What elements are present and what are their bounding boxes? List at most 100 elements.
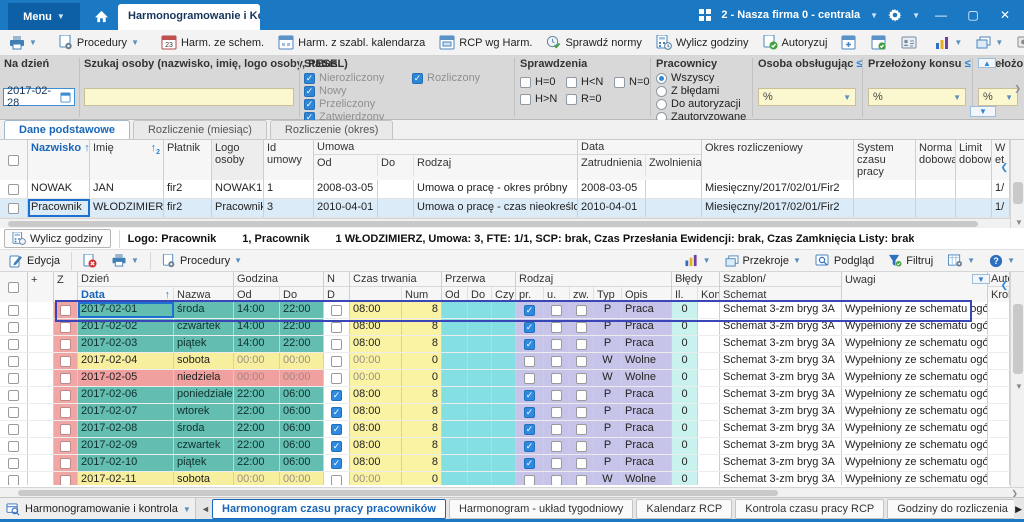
cell-opis[interactable]: Praca <box>622 319 672 335</box>
row-select-checkbox[interactable] <box>0 387 28 403</box>
cell-opis[interactable]: Wolne <box>622 370 672 386</box>
cell-do[interactable]: 00:00 <box>280 353 324 369</box>
row-select-checkbox[interactable] <box>0 319 28 335</box>
row-select-checkbox[interactable] <box>0 438 28 454</box>
cell-bledy[interactable]: 0 <box>672 421 698 437</box>
chart-menu-button[interactable]: ▼ <box>930 34 967 52</box>
cell-day[interactable]: środa <box>174 421 234 437</box>
cell-przerwa-do[interactable] <box>468 404 492 420</box>
status-rozliczony-checkbox[interactable]: ✓ Rozliczony <box>412 72 480 84</box>
cell-uwagi[interactable]: Wypełniony ze schematu ogólnego <box>842 438 988 454</box>
panel-scroll-right-arrow[interactable]: ❯ <box>1014 84 1021 93</box>
cell-zw-checkbox[interactable] <box>570 438 594 454</box>
cell-od[interactable]: 22:00 <box>234 387 280 403</box>
cell-typ[interactable]: P <box>594 387 622 403</box>
cell-przerwa-od[interactable] <box>442 353 468 369</box>
cell-u-checkbox[interactable] <box>544 370 570 386</box>
search-input[interactable] <box>84 88 294 106</box>
cell-plus[interactable] <box>28 319 54 335</box>
cell-przerwa-czy[interactable] <box>492 370 516 386</box>
osoba-obslugujaca-select[interactable]: % ▼ <box>758 88 856 106</box>
tab-kontrola-czasu-pracy-rcp[interactable]: Kontrola czasu pracy RCP <box>735 499 885 519</box>
status-przeliczony-checkbox[interactable]: ✓ Przeliczony <box>304 98 375 110</box>
cell-uwagi[interactable]: Wypełniony ze schematu ogólnego <box>842 319 988 335</box>
cell-plus[interactable] <box>28 336 54 352</box>
cell-do[interactable]: 06:00 <box>280 387 324 403</box>
cell-przerwa-czy[interactable] <box>492 472 516 485</box>
cell-czas[interactable]: 00:00 <box>350 353 402 369</box>
col-rodzaj-pr[interactable]: pr. <box>516 287 544 301</box>
cell-opis[interactable]: Praca <box>622 404 672 420</box>
cell-rodzaj-checkbox[interactable]: ✓ <box>516 319 544 335</box>
cell-opis[interactable]: Praca <box>622 336 672 352</box>
cell-szablon[interactable]: Schemat 3-zm bryg 3A <box>720 455 842 471</box>
cell-przerwa-czy[interactable] <box>492 319 516 335</box>
cell-nd-checkbox[interactable]: ✓ <box>324 438 350 454</box>
home-button[interactable] <box>90 6 112 26</box>
cell-wymiar-etatu[interactable]: 1/ <box>992 199 1010 217</box>
cell-czas[interactable]: 08:00 <box>350 404 402 420</box>
collapse-panel-chevron-up[interactable]: ▲ <box>978 58 996 68</box>
tabs-scroll-left-arrow[interactable]: ◄ <box>201 504 210 514</box>
cell-przerwa-czy[interactable] <box>492 421 516 437</box>
cell-nazwisko[interactable]: NOWAK <box>28 180 90 198</box>
cell-plus[interactable] <box>28 370 54 386</box>
cell-czas[interactable]: 08:00 <box>350 319 402 335</box>
cell-z-checkbox[interactable] <box>54 319 78 335</box>
cell-date[interactable]: 2017-02-05 <box>78 370 174 386</box>
cell-typ[interactable]: W <box>594 370 622 386</box>
cell-typ[interactable]: P <box>594 336 622 352</box>
cell-wymiar-etatu[interactable]: 1/ <box>992 180 1010 198</box>
cell-krok[interactable] <box>988 353 1010 369</box>
harm-ze-schem-button[interactable]: 23 Harm. ze schem. <box>156 33 269 52</box>
le-filter-icon[interactable]: ≤ <box>965 58 971 70</box>
schedule-row[interactable]: 2017-02-07 wtorek 22:00 06:00 ✓ 08:00 8 … <box>0 404 1010 421</box>
cell-uwagi[interactable]: Wypełniony ze schematu ogólnego <box>842 421 988 437</box>
cell-u-checkbox[interactable] <box>544 455 570 471</box>
cell-czas[interactable]: 08:00 <box>350 387 402 403</box>
cell-krok[interactable] <box>988 387 1010 403</box>
cell-plus[interactable] <box>28 472 54 485</box>
cell-szablon[interactable]: Schemat 3-zm bryg 3A <box>720 353 842 369</box>
cell-nd-checkbox[interactable] <box>324 302 350 318</box>
cell-szablon[interactable]: Schemat 3-zm bryg 3A <box>720 319 842 335</box>
cell-krok[interactable] <box>988 302 1010 318</box>
schedule-row[interactable]: 2017-02-10 piątek 22:00 06:00 ✓ 08:00 8 … <box>0 455 1010 472</box>
cell-do[interactable]: 22:00 <box>280 336 324 352</box>
schedule-row-sunday[interactable]: 2017-02-05 niedziela 00:00 00:00 00:00 0… <box>0 370 1010 387</box>
cell-z-checkbox[interactable] <box>54 370 78 386</box>
cell-day[interactable]: czwartek <box>174 438 234 454</box>
employee-row[interactable]: NOWAK JAN fir2 NOWAK1 1 2008-03-05 Umowa… <box>0 180 1010 199</box>
cell-kon[interactable] <box>698 353 720 369</box>
cell-kon[interactable] <box>698 404 720 420</box>
sprawdzenia-n0-checkbox[interactable]: N=0 <box>614 76 650 88</box>
cell-kon[interactable] <box>698 472 720 485</box>
tab-rozliczenie-miesiac[interactable]: Rozliczenie (miesiąc) <box>132 120 267 139</box>
cell-zw-checkbox[interactable] <box>570 319 594 335</box>
schedule-row-partial[interactable]: 2017-02-11 sobota 00:00 00:00 00:00 0 W … <box>0 472 1010 485</box>
col-godzina-od[interactable]: Od <box>234 287 280 301</box>
row-select-checkbox[interactable] <box>0 180 28 198</box>
cell-czas[interactable]: 08:00 <box>350 438 402 454</box>
cell-nd-checkbox[interactable] <box>324 370 350 386</box>
cell-num[interactable]: 8 <box>402 387 442 403</box>
row-select-checkbox[interactable] <box>0 353 28 369</box>
cell-typ[interactable]: W <box>594 353 622 369</box>
cell-uwagi[interactable]: Wypełniony ze schematu ogólnego <box>842 302 988 318</box>
cell-day[interactable]: czwartek <box>174 319 234 335</box>
lower-vertical-scrollbar[interactable]: ▼ <box>1010 272 1024 487</box>
col-id-umowy[interactable]: Id umowy <box>264 140 314 180</box>
cell-date[interactable]: 2017-02-07 <box>78 404 174 420</box>
cell-krok[interactable] <box>988 438 1010 454</box>
cell-okres[interactable]: Miesięczny/2017/02/01/Fir2 <box>702 180 854 198</box>
edycja-button[interactable]: Edycja <box>4 252 65 270</box>
cell-imie[interactable]: WŁODZIMIERZ <box>90 199 164 217</box>
schedule-row[interactable]: 2017-02-09 czwartek 22:00 06:00 ✓ 08:00 … <box>0 438 1010 455</box>
cell-opis[interactable]: Wolne <box>622 472 672 485</box>
cell-bledy[interactable]: 0 <box>672 455 698 471</box>
col-system-czasu-pracy[interactable]: System czasu pracy <box>854 140 916 180</box>
cell-num[interactable]: 8 <box>402 404 442 420</box>
cell-zwolnienia[interactable] <box>646 199 702 217</box>
chart-menu-button-2[interactable]: ▼ <box>679 252 716 269</box>
cell-opis[interactable]: Praca <box>622 387 672 403</box>
